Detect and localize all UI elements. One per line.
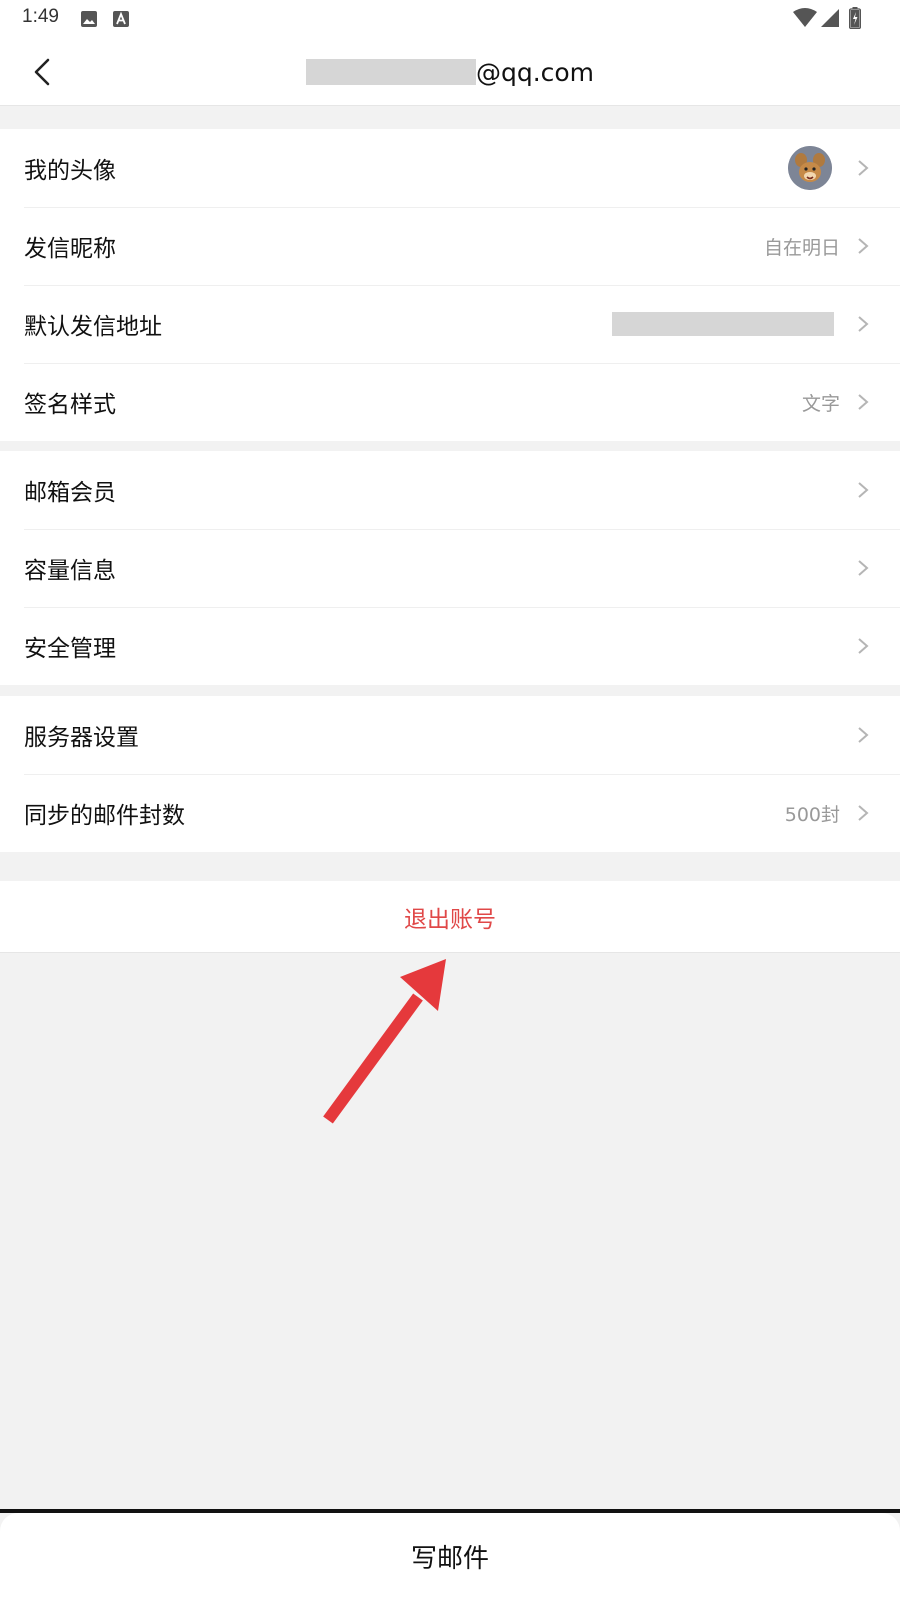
row-value: 500封 (784, 803, 840, 826)
row-label: 服务器设置 (24, 725, 139, 751)
logout-button[interactable]: 退出账号 (0, 881, 900, 953)
red-arrow-icon (320, 955, 460, 1129)
redacted-email-prefix (305, 59, 476, 85)
row-sync-count[interactable]: 同步的邮件封数 500封 (0, 774, 900, 852)
chevron-right-icon (854, 237, 872, 255)
image-icon (80, 10, 98, 32)
chevron-right-icon (854, 559, 872, 577)
row-signature-style[interactable]: 签名样式 文字 (0, 363, 900, 441)
row-label: 邮箱会员 (24, 480, 116, 506)
account-settings-group: 邮箱会员 容量信息 安全管理 (0, 451, 900, 685)
row-label: 容量信息 (24, 558, 116, 584)
chevron-right-icon (854, 804, 872, 822)
row-label: 签名样式 (24, 392, 116, 418)
battery-icon (848, 7, 862, 33)
compose-button[interactable]: 写邮件 (0, 1513, 900, 1600)
logout-label: 退出账号 (404, 906, 496, 933)
row-security[interactable]: 安全管理 (0, 607, 900, 685)
compose-label: 写邮件 (410, 1544, 489, 1574)
nav-bar: @qq.com (0, 38, 900, 106)
status-time: 1:49 (22, 6, 59, 27)
wifi-icon (793, 8, 817, 32)
row-label: 默认发信地址 (24, 314, 162, 340)
font-a-icon (112, 10, 130, 32)
chevron-right-icon (854, 481, 872, 499)
row-label: 安全管理 (24, 636, 116, 662)
bottom-sheet: 写邮件 (0, 1509, 900, 1600)
chevron-right-icon (854, 315, 872, 333)
row-mailbox-member[interactable]: 邮箱会员 (0, 451, 900, 529)
row-label: 同步的邮件封数 (24, 803, 185, 829)
chevron-right-icon (854, 159, 872, 177)
profile-settings-group: 我的头像 发信昵称 自在明日 默认发信地址 签名样式 文字 (0, 129, 900, 441)
page-title: @qq.com (475, 57, 595, 87)
row-label: 我的头像 (24, 158, 116, 184)
row-value: 自在明日 (763, 236, 840, 259)
row-value: 文字 (801, 392, 840, 415)
signal-icon (820, 8, 840, 32)
row-label: 发信昵称 (24, 236, 116, 262)
row-server-settings[interactable]: 服务器设置 (0, 696, 900, 774)
status-bar: 1:49 (0, 0, 900, 38)
avatar (788, 146, 832, 190)
server-settings-group: 服务器设置 同步的邮件封数 500封 (0, 696, 900, 852)
chevron-right-icon (854, 393, 872, 411)
row-avatar[interactable]: 我的头像 (0, 129, 900, 207)
row-nickname[interactable]: 发信昵称 自在明日 (0, 207, 900, 285)
row-storage-info[interactable]: 容量信息 (0, 529, 900, 607)
chevron-right-icon (854, 637, 872, 655)
chevron-right-icon (854, 726, 872, 744)
redacted-address (612, 312, 834, 336)
row-default-address[interactable]: 默认发信地址 (0, 285, 900, 363)
